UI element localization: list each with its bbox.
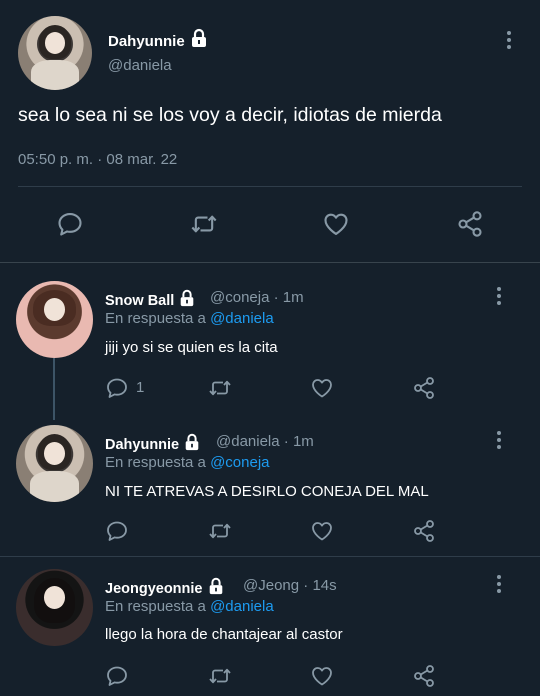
reply-icon[interactable] [105, 664, 129, 688]
reply-mention-link[interactable]: @daniela [210, 598, 274, 615]
handle-text: @coneja [210, 289, 270, 306]
tweet-time: 1m [282, 289, 304, 306]
like-icon[interactable] [310, 664, 334, 688]
divider [18, 186, 522, 187]
author-name-text: Jeongyeonnie [105, 581, 203, 597]
avatar[interactable] [16, 569, 93, 646]
share-icon[interactable] [412, 664, 436, 688]
author-handle[interactable]: @daniela · 1m [216, 433, 314, 450]
share-icon[interactable] [456, 210, 484, 238]
author-handle[interactable]: @daniela [108, 57, 172, 74]
handle-text: @Jeong [243, 577, 300, 594]
tweet-time: 14s [312, 577, 337, 594]
more-icon[interactable] [506, 31, 512, 52]
reply-context: En respuesta a @daniela [105, 310, 274, 327]
more-icon[interactable] [496, 575, 502, 596]
tweet-time: 05:50 p. m. [18, 151, 94, 168]
meta-separator: · [97, 151, 103, 168]
reply-mention-link[interactable]: @coneja [210, 454, 269, 471]
retweet-icon[interactable] [208, 664, 232, 688]
time-separator: · [273, 289, 279, 306]
tweet-date: 08 mar. 22 [106, 151, 178, 168]
share-icon[interactable] [412, 519, 436, 543]
lock-icon [207, 577, 225, 595]
tweet-timestamp: 05:50 p. m. · 08 mar. 22 [18, 151, 177, 168]
avatar[interactable] [16, 425, 93, 502]
retweet-icon[interactable] [190, 210, 218, 238]
reply-icon[interactable] [56, 210, 84, 238]
author-name[interactable]: Jeongyeonnie [105, 577, 225, 597]
like-icon[interactable] [310, 376, 334, 400]
divider [0, 262, 540, 263]
reply-prefix: En respuesta a [105, 454, 206, 471]
lock-icon [183, 433, 201, 451]
more-icon[interactable] [496, 431, 502, 452]
like-icon[interactable] [322, 210, 350, 238]
retweet-icon[interactable] [208, 519, 232, 543]
time-separator: · [303, 577, 309, 594]
reply-context: En respuesta a @daniela [105, 598, 274, 615]
tweet-text: NI TE ATREVAS A DESIRLO CONEJA DEL MAL [105, 483, 429, 500]
reply-mention-link[interactable]: @daniela [210, 310, 274, 327]
reply-prefix: En respuesta a [105, 598, 206, 615]
reply-count: 1 [136, 379, 145, 396]
author-name[interactable]: Snow Ball [105, 289, 196, 309]
avatar[interactable] [16, 281, 93, 358]
retweet-icon[interactable] [208, 376, 232, 400]
tweet-time: 1m [292, 433, 314, 450]
main-tweet: Dahyunnie @daniela sea lo sea ni se los … [0, 0, 540, 262]
avatar[interactable] [18, 16, 92, 90]
handle-text: @daniela [216, 433, 280, 450]
reply-prefix: En respuesta a [105, 310, 206, 327]
tweet-text: llego la hora de chantajear al castor [105, 626, 343, 643]
author-name[interactable]: Dahyunnie [105, 433, 201, 453]
reply-icon[interactable] [105, 519, 129, 543]
reply-icon[interactable] [105, 376, 129, 400]
share-icon[interactable] [412, 376, 436, 400]
time-separator: · [283, 433, 289, 450]
reply-context: En respuesta a @coneja [105, 454, 270, 471]
divider [0, 556, 540, 557]
author-name[interactable]: Dahyunnie [108, 28, 209, 50]
like-icon[interactable] [310, 519, 334, 543]
tweet-text: jiji yo si se quien es la cita [105, 339, 278, 356]
lock-icon [189, 28, 209, 48]
author-handle[interactable]: @coneja · 1m [210, 289, 304, 306]
more-icon[interactable] [496, 287, 502, 308]
tweet-text: sea lo sea ni se los voy a decir, idiota… [18, 104, 442, 126]
lock-icon [178, 289, 196, 307]
author-handle[interactable]: @Jeong · 14s [243, 577, 337, 594]
author-name-text: Dahyunnie [105, 437, 180, 453]
author-name-text: Dahyunnie [108, 33, 185, 50]
thread-line [53, 358, 55, 420]
author-name-text: Snow Ball [105, 293, 175, 309]
